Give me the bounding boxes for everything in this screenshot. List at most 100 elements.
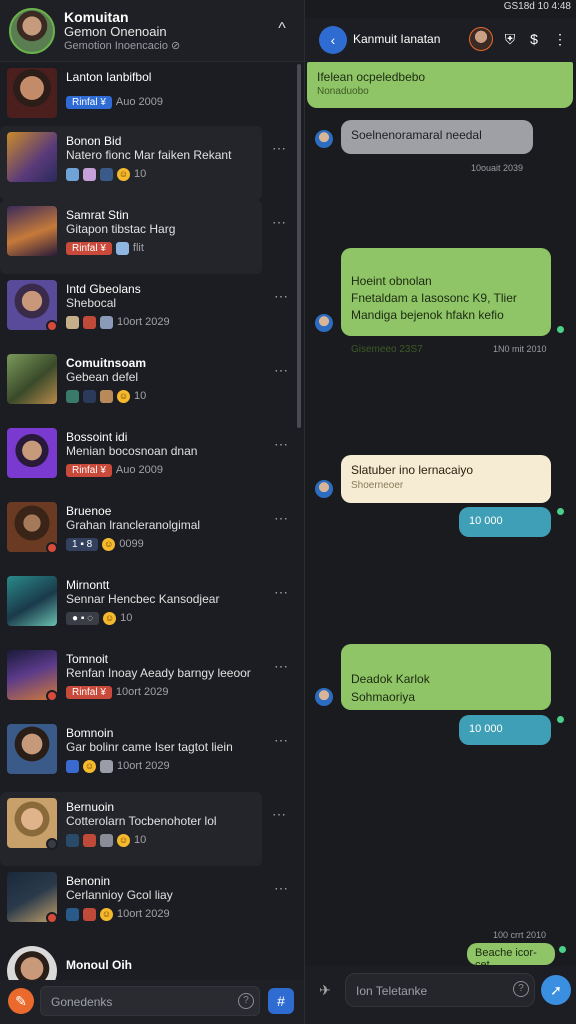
online-indicator [557,716,564,723]
message-bubble[interactable]: Hoeint obnolan Fnetaldam a Iasosonc K9, … [341,248,551,355]
more-icon[interactable]: ⋯ [274,288,288,305]
help-icon[interactable]: ? [238,993,254,1009]
list-item[interactable]: Intd Gbeolans Shebocal 10ort 2029 ⋯ [0,274,298,348]
message-subtext: Shoerneoer [351,480,404,491]
more-icon[interactable]: ⋯ [274,510,288,527]
attach-icon[interactable]: ✈ [313,978,337,1002]
status-badge: 1 ▪ 8 [66,537,99,551]
chevron-up-icon[interactable]: ^ [272,20,292,40]
timestamp: 10ort 2029 [117,316,170,328]
online-indicator [46,838,58,850]
list-item[interactable]: Bossoint idi Menian bocosnoan dnan Rinfa… [0,422,298,496]
chat-title: Intd Gbeolans [66,282,141,296]
list-item[interactable]: Bomnoin Gar bolinr came Iser tagtot liei… [0,718,298,792]
compose-icon[interactable]: ✎ [8,988,34,1014]
pinned-message[interactable]: Ifelean ocpeledbebo Nonaduobo [307,62,573,108]
online-indicator [557,326,564,333]
more-icon[interactable]: ⋯ [272,140,286,157]
avatar [7,206,57,256]
chat-title: Monoul Oih [66,958,132,972]
shield-icon[interactable]: ⛨ [501,30,519,48]
count: 10 [120,612,133,624]
chat-preview: Renfan Inoay Aeady barngy leeoor [66,666,251,680]
avatar[interactable] [469,27,493,51]
list-item[interactable]: Tomnoit Renfan Inoay Aeady barngy leeoor… [0,644,298,718]
chat-list[interactable]: Lanton Ianbifbol Rinfal ¥ Auo 2009 Bonon… [0,62,298,980]
timestamp: 1N0 mit 2010 [493,344,547,354]
more-icon[interactable]: ⋯ [274,658,288,675]
chat-title: Mirnontt [66,578,110,592]
more-icon[interactable]: ⋯ [274,584,288,601]
profile-subtitle: Gemon Onenoain [64,24,167,39]
avatar [66,315,79,329]
avatar [115,241,129,255]
reaction-count: 10 000 [469,723,503,735]
list-item[interactable]: Comuitnsoam Gebean defel ☺ 10 ⋯ [0,348,298,422]
online-indicator [559,946,566,953]
chat-title: Benonin [66,874,111,888]
avatar [7,354,57,404]
avatar [315,480,333,498]
profile-status: Gemotion Inoencacio ⊘ [64,40,181,52]
more-icon[interactable]: ⋯ [274,732,288,749]
list-item[interactable]: Mirnontt Sennar Hencbec Kansodjear ● ▪ ◌… [0,570,298,644]
chat-header: ‹ Kanmuit Ianatan ⛨ $ ⋮ [305,18,576,62]
message-bubble[interactable]: Deadok Karlok Sohmaoriya [341,644,551,710]
message-text: Ifelean ocpeledbebo [317,70,426,84]
list-item[interactable]: Lanton Ianbifbol Rinfal ¥ Auo 2009 [0,62,298,136]
message-bubble[interactable]: Soelnenoramaral needal [341,120,533,154]
chat-title: Kanmuit Ianatan [353,32,441,46]
conversation-list-pane: Komuitan Gemon Onenoain Gemotion Inoenca… [0,0,304,1024]
avatar [7,946,57,980]
avatar [100,833,113,847]
avatar [100,759,113,773]
list-item[interactable]: Bonon Bid Natero fionc Mar faiken Rekant… [0,126,286,200]
avatar [83,315,96,329]
message-bubble[interactable]: Beache icor-cet [467,943,555,971]
avatar [7,576,57,626]
search-input[interactable]: Gonedenks [40,986,260,1016]
list-item[interactable]: Samrat Stin Gitapon tibstac Harg Rinfal … [0,200,286,274]
avatar [83,833,96,847]
message-input[interactable]: Ion Teletanke [345,973,535,1007]
chat-title: Bossoint idi [66,430,128,444]
chat-preview: Cerlannioy Gcol liay [66,888,173,902]
emoji-icon: ☺ [83,759,96,773]
more-icon[interactable]: ⋯ [272,806,286,823]
help-icon[interactable]: ? [513,981,529,997]
list-item[interactable]: Bernuoin Cotterolarn Tocbenohoter lol ☺ … [0,792,286,866]
avatar [315,688,333,706]
reaction-bubble[interactable]: 10 000 [459,715,551,745]
more-icon[interactable]: ⋯ [274,362,288,379]
more-icon[interactable]: ⋯ [272,214,286,231]
chat-title: Bruenoe [66,504,112,518]
list-item[interactable]: Bruenoe Grahan lrancleranolgimal 1 ▪ 8 ☺… [0,496,298,570]
emoji-icon: ☺ [102,537,116,551]
list-item[interactable]: Monoul Oih [0,940,298,980]
count: 10 [134,168,147,180]
chat-preview: Shebocal [66,296,117,310]
message-bubble[interactable]: Slatuber ino lernacaiyo Shoerneoer [341,455,551,503]
timestamp: Auo 2009 [115,96,164,108]
grid-icon[interactable]: # [268,988,294,1014]
list-item[interactable]: Benonin Cerlannioy Gcol liay ☺ 10ort 202… [0,866,298,940]
profile-avatar[interactable] [9,8,55,54]
back-arrow-icon[interactable]: ‹ [319,26,347,54]
chat-preview: Natero fionc Mar faiken Rekant [66,148,232,162]
more-icon[interactable]: ⋯ [274,436,288,453]
scrollbar[interactable] [297,64,301,428]
reaction-bubble[interactable]: 10 000 [459,507,551,537]
more-vertical-icon[interactable]: ⋮ [551,30,569,48]
online-indicator [46,320,58,332]
more-icon[interactable]: ⋯ [274,880,288,897]
send-icon[interactable]: ➚ [541,975,571,1005]
dollar-icon[interactable]: $ [525,30,543,48]
timestamp: flit [132,242,144,254]
message-text: Soelnenoramaral needal [351,128,482,142]
chat-preview: Sennar Hencbec Kansodjear [66,592,220,606]
avatar [66,167,79,181]
avatar [83,907,96,921]
emoji-icon: ☺ [100,907,113,921]
chat-title: Comuitnsoam [66,356,147,370]
timestamp: 10ort 2029 [115,686,169,698]
